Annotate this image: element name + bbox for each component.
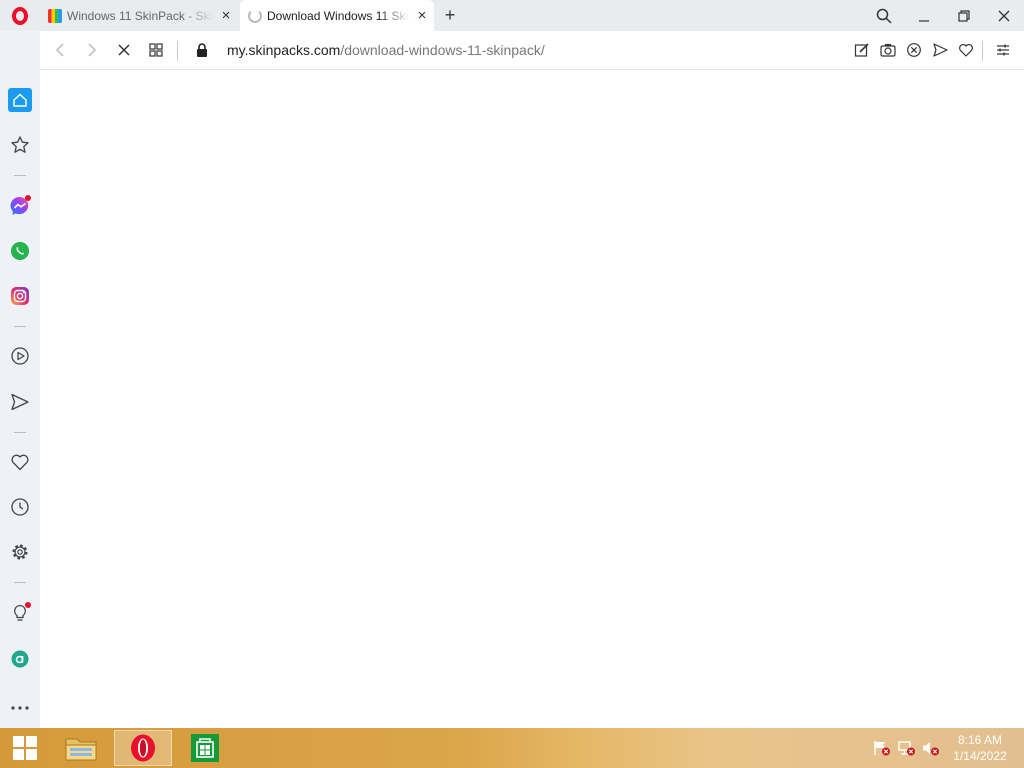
sidebar-item-flow[interactable] — [8, 390, 32, 414]
loading-spinner-icon — [248, 8, 262, 23]
taskbar: 8:16 AM 1/14/2022 — [0, 728, 1024, 768]
sidebar-item-settings[interactable] — [8, 540, 32, 564]
snapshot-button[interactable] — [878, 40, 898, 60]
heart-icon — [11, 454, 29, 471]
block-icon — [907, 43, 921, 57]
page-content — [40, 70, 1024, 728]
start-button[interactable] — [6, 732, 44, 764]
bookmarks-icon — [11, 136, 29, 153]
sidebar-item-home[interactable] — [8, 88, 32, 112]
address-toolbar: my.skinpacks.com/download-windows-11-ski… — [40, 31, 1024, 70]
lock-icon[interactable] — [195, 42, 209, 58]
send-icon — [933, 43, 948, 57]
store-icon — [191, 734, 219, 762]
volume-muted-icon[interactable] — [922, 740, 940, 756]
edit-icon — [854, 43, 869, 57]
speed-dial-button[interactable] — [144, 39, 168, 61]
tab-active[interactable]: Download Windows 11 SkinPack × — [240, 0, 434, 31]
url-path: /download-windows-11-skinpack/ — [340, 42, 545, 58]
sidebar-item-instagram[interactable] — [8, 284, 32, 308]
sidebar-item-messenger[interactable] — [8, 194, 32, 218]
folder-icon — [65, 738, 97, 761]
tab-title: Windows 11 SkinPack - SkinPack — [67, 8, 214, 23]
forward-arrow-icon — [88, 43, 97, 57]
easy-setup-edit-button[interactable] — [852, 40, 872, 60]
adblock-button[interactable] — [904, 40, 924, 60]
skinpack-favicon — [48, 8, 62, 23]
easy-setup-button[interactable] — [993, 40, 1013, 60]
search-icon — [876, 8, 892, 24]
sidebar-item-tips[interactable] — [8, 601, 32, 625]
toolbar-divider — [982, 41, 983, 61]
taskbar-opera[interactable] — [114, 730, 172, 766]
send-to-flow-button[interactable] — [930, 40, 950, 60]
sidebar-item-more[interactable] — [8, 696, 32, 720]
gear-icon — [12, 544, 28, 560]
send-icon — [11, 393, 29, 411]
tab-title: Download Windows 11 SkinPack — [267, 8, 410, 23]
instagram-icon — [11, 287, 29, 305]
tab-strip: Windows 11 SkinPack - SkinPack × Downloa… — [0, 0, 1024, 31]
close-window-button[interactable] — [984, 0, 1024, 31]
opera-logo-icon — [12, 6, 28, 25]
clock-time: 8:16 AM — [957, 733, 1003, 747]
stop-loading-button[interactable] — [112, 39, 136, 61]
search-tabs-button[interactable] — [864, 0, 904, 31]
bookmark-page-button[interactable] — [956, 40, 976, 60]
close-tab-button[interactable]: × — [214, 7, 238, 24]
sidebar-divider — [14, 326, 26, 327]
stop-icon — [118, 44, 130, 56]
new-tab-button[interactable]: + — [438, 2, 462, 28]
whatsapp-icon — [11, 242, 29, 260]
opera-logo-icon — [131, 734, 155, 762]
notification-dot — [25, 195, 31, 201]
restore-icon — [958, 9, 970, 22]
settings-sliders-icon — [997, 44, 1009, 56]
back-arrow-icon — [55, 43, 64, 57]
url-field[interactable]: my.skinpacks.com/download-windows-11-ski… — [227, 42, 545, 58]
sidebar-item-bookmarks[interactable] — [8, 133, 32, 157]
close-icon — [998, 10, 1010, 21]
sidebar-item-aria[interactable] — [8, 647, 32, 671]
action-center-flag-icon[interactable] — [873, 740, 891, 756]
windows-logo-icon — [13, 736, 37, 760]
clock-date: 1/14/2022 — [953, 749, 1007, 763]
history-clock-icon — [11, 498, 29, 516]
sidebar-divider — [14, 175, 26, 176]
home-icon — [8, 88, 32, 112]
sidebar-item-history[interactable] — [8, 495, 32, 519]
restore-button[interactable] — [944, 0, 984, 31]
forward-button[interactable] — [80, 39, 104, 61]
taskbar-store[interactable] — [176, 730, 234, 766]
tab-inactive[interactable]: Windows 11 SkinPack - SkinPack × — [40, 0, 238, 31]
minimize-button[interactable] — [904, 0, 944, 31]
toolbar-divider — [177, 41, 178, 61]
heart-icon — [959, 44, 973, 57]
taskbar-file-explorer[interactable] — [52, 730, 110, 766]
aria-icon — [11, 650, 29, 668]
notification-dot — [25, 602, 31, 608]
sidebar-divider — [14, 582, 26, 583]
network-icon[interactable] — [898, 740, 916, 756]
sidebar-item-whatsapp[interactable] — [8, 239, 32, 263]
url-host: my.skinpacks.com — [227, 42, 341, 58]
sidebar-item-my-flow[interactable] — [8, 450, 32, 474]
minimize-icon — [919, 19, 929, 22]
sidebar-item-player[interactable] — [8, 344, 32, 368]
system-clock[interactable]: 8:16 AM 1/14/2022 — [946, 732, 1014, 764]
close-tab-button[interactable]: × — [410, 7, 434, 24]
back-button[interactable] — [48, 39, 72, 61]
camera-icon — [880, 44, 896, 57]
sidebar — [0, 31, 40, 728]
player-icon — [11, 347, 29, 365]
grid-icon — [149, 43, 163, 57]
more-dots-icon — [11, 706, 29, 710]
sidebar-divider — [14, 432, 26, 433]
opera-menu-button[interactable] — [0, 0, 40, 31]
